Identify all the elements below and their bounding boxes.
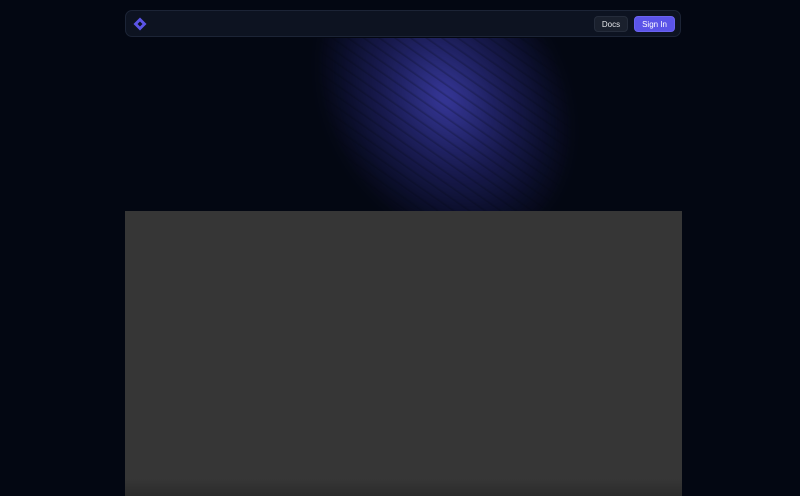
top-navbar: Docs Sign In [125, 10, 681, 37]
docs-button[interactable]: Docs [593, 16, 629, 32]
media-placeholder [125, 211, 682, 496]
landing-page: Docs Sign In [0, 0, 800, 496]
nav-actions: Docs Sign In [593, 16, 675, 32]
hero-glow [300, 38, 680, 211]
diamond-logo-icon[interactable] [133, 17, 147, 31]
sign-in-button[interactable]: Sign In [634, 16, 675, 32]
